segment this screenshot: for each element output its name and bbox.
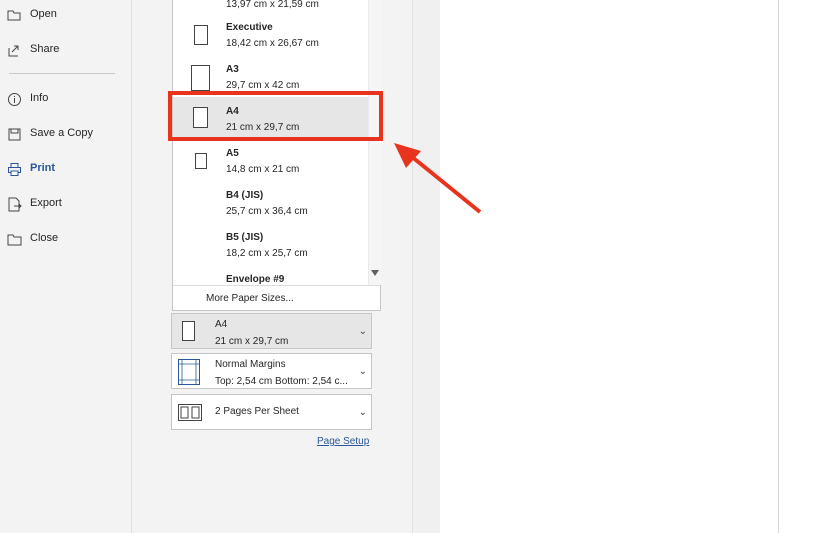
nav-divider (9, 73, 115, 74)
nav-close[interactable]: Close (0, 226, 131, 252)
page-portrait-icon (191, 65, 210, 91)
paper-size-dims: 21 cm x 29,7 cm (215, 336, 289, 347)
paper-size-item-envelope-9[interactable]: Envelope #9 (173, 270, 368, 285)
close-folder-icon (7, 234, 22, 246)
nav-save-a-copy[interactable]: Save a Copy (0, 121, 131, 147)
nav-info[interactable]: Info (0, 86, 131, 112)
page-setup-link[interactable]: Page Setup (317, 436, 369, 447)
scroll-down-arrow-icon[interactable] (371, 270, 379, 276)
nav-share[interactable]: Share (0, 37, 131, 63)
paper-size-item-b4-jis[interactable]: B4 (JIS) 25,7 cm x 36,4 cm (173, 186, 368, 228)
page-portrait-icon (182, 321, 195, 341)
paper-size-name: Executive (226, 22, 273, 33)
nav-label: Open (30, 8, 57, 20)
nav-label: Share (30, 43, 60, 55)
chevron-down-icon: ⌄ (358, 407, 367, 418)
margins-value: Normal Margins (215, 359, 286, 370)
nav-export[interactable]: Export (0, 191, 131, 217)
margins-icon (178, 359, 200, 385)
export-icon (8, 197, 22, 212)
highlight-box (168, 91, 383, 141)
paper-size-select[interactable]: A4 21 cm x 29,7 cm ⌄ (171, 313, 372, 349)
paper-size-name: B5 (JIS) (226, 232, 264, 243)
nav-label: Export (30, 197, 62, 209)
chevron-down-icon: ⌄ (358, 366, 367, 377)
margins-detail: Top: 2,54 cm Bottom: 2,54 c... (215, 376, 348, 387)
paper-size-name: A5 (226, 148, 239, 159)
more-paper-sizes-label: More Paper Sizes... (206, 293, 294, 304)
paper-size-item[interactable]: 13,97 cm x 21,59 cm (173, 0, 368, 10)
nav-open[interactable]: Open (0, 2, 131, 28)
more-paper-sizes-button[interactable]: More Paper Sizes... (173, 285, 380, 311)
info-icon (8, 93, 21, 106)
nav-label: Print (30, 162, 56, 174)
save-copy-icon (8, 128, 21, 141)
paper-size-item-b5-jis[interactable]: B5 (JIS) 18,2 cm x 25,7 cm (173, 228, 368, 270)
paper-size-item-a5[interactable]: A5 14,8 cm x 21 cm (173, 144, 368, 186)
paper-size-dims: 29,7 cm x 42 cm (226, 80, 300, 91)
paper-size-name: Envelope #9 (226, 274, 285, 285)
preview-gutter (413, 0, 440, 533)
paper-size-name: B4 (JIS) (226, 190, 264, 201)
nav-print[interactable]: Print (0, 156, 131, 182)
margins-select[interactable]: Normal Margins Top: 2,54 cm Bottom: 2,54… (171, 353, 372, 389)
nav-label: Save a Copy (30, 127, 93, 139)
paper-size-item-executive[interactable]: Executive 18,42 cm x 26,67 cm (173, 18, 368, 60)
paper-size-dims: 13,97 cm x 21,59 cm (226, 0, 319, 10)
print-preview-page (440, 0, 779, 533)
paper-size-dims: 18,2 cm x 25,7 cm (226, 248, 308, 259)
paper-size-dropdown: 13,97 cm x 21,59 cm Executive 18,42 cm x… (172, 0, 381, 311)
annotation-arrow-icon (394, 143, 482, 214)
paper-size-value: A4 (215, 319, 228, 330)
page-portrait-icon (195, 153, 207, 169)
backstage-nav: Open Share Info Save a Copy Print Export… (0, 0, 132, 533)
chevron-down-icon: ⌄ (358, 326, 367, 337)
pages-per-sheet-select[interactable]: 2 Pages Per Sheet ⌄ (171, 394, 372, 430)
paper-size-dims: 25,7 cm x 36,4 cm (226, 206, 308, 217)
folder-open-icon (7, 10, 21, 21)
pages-per-sheet-value: 2 Pages Per Sheet (215, 406, 299, 417)
pages-per-sheet-icon (178, 404, 202, 421)
page-portrait-icon (194, 25, 208, 45)
share-icon (8, 45, 19, 57)
nav-label: Close (30, 232, 59, 244)
paper-size-dims: 18,42 cm x 26,67 cm (226, 38, 319, 49)
paper-size-name: A3 (226, 64, 239, 75)
printer-icon (8, 163, 21, 176)
nav-label: Info (30, 92, 49, 104)
paper-size-dims: 14,8 cm x 21 cm (226, 164, 300, 175)
